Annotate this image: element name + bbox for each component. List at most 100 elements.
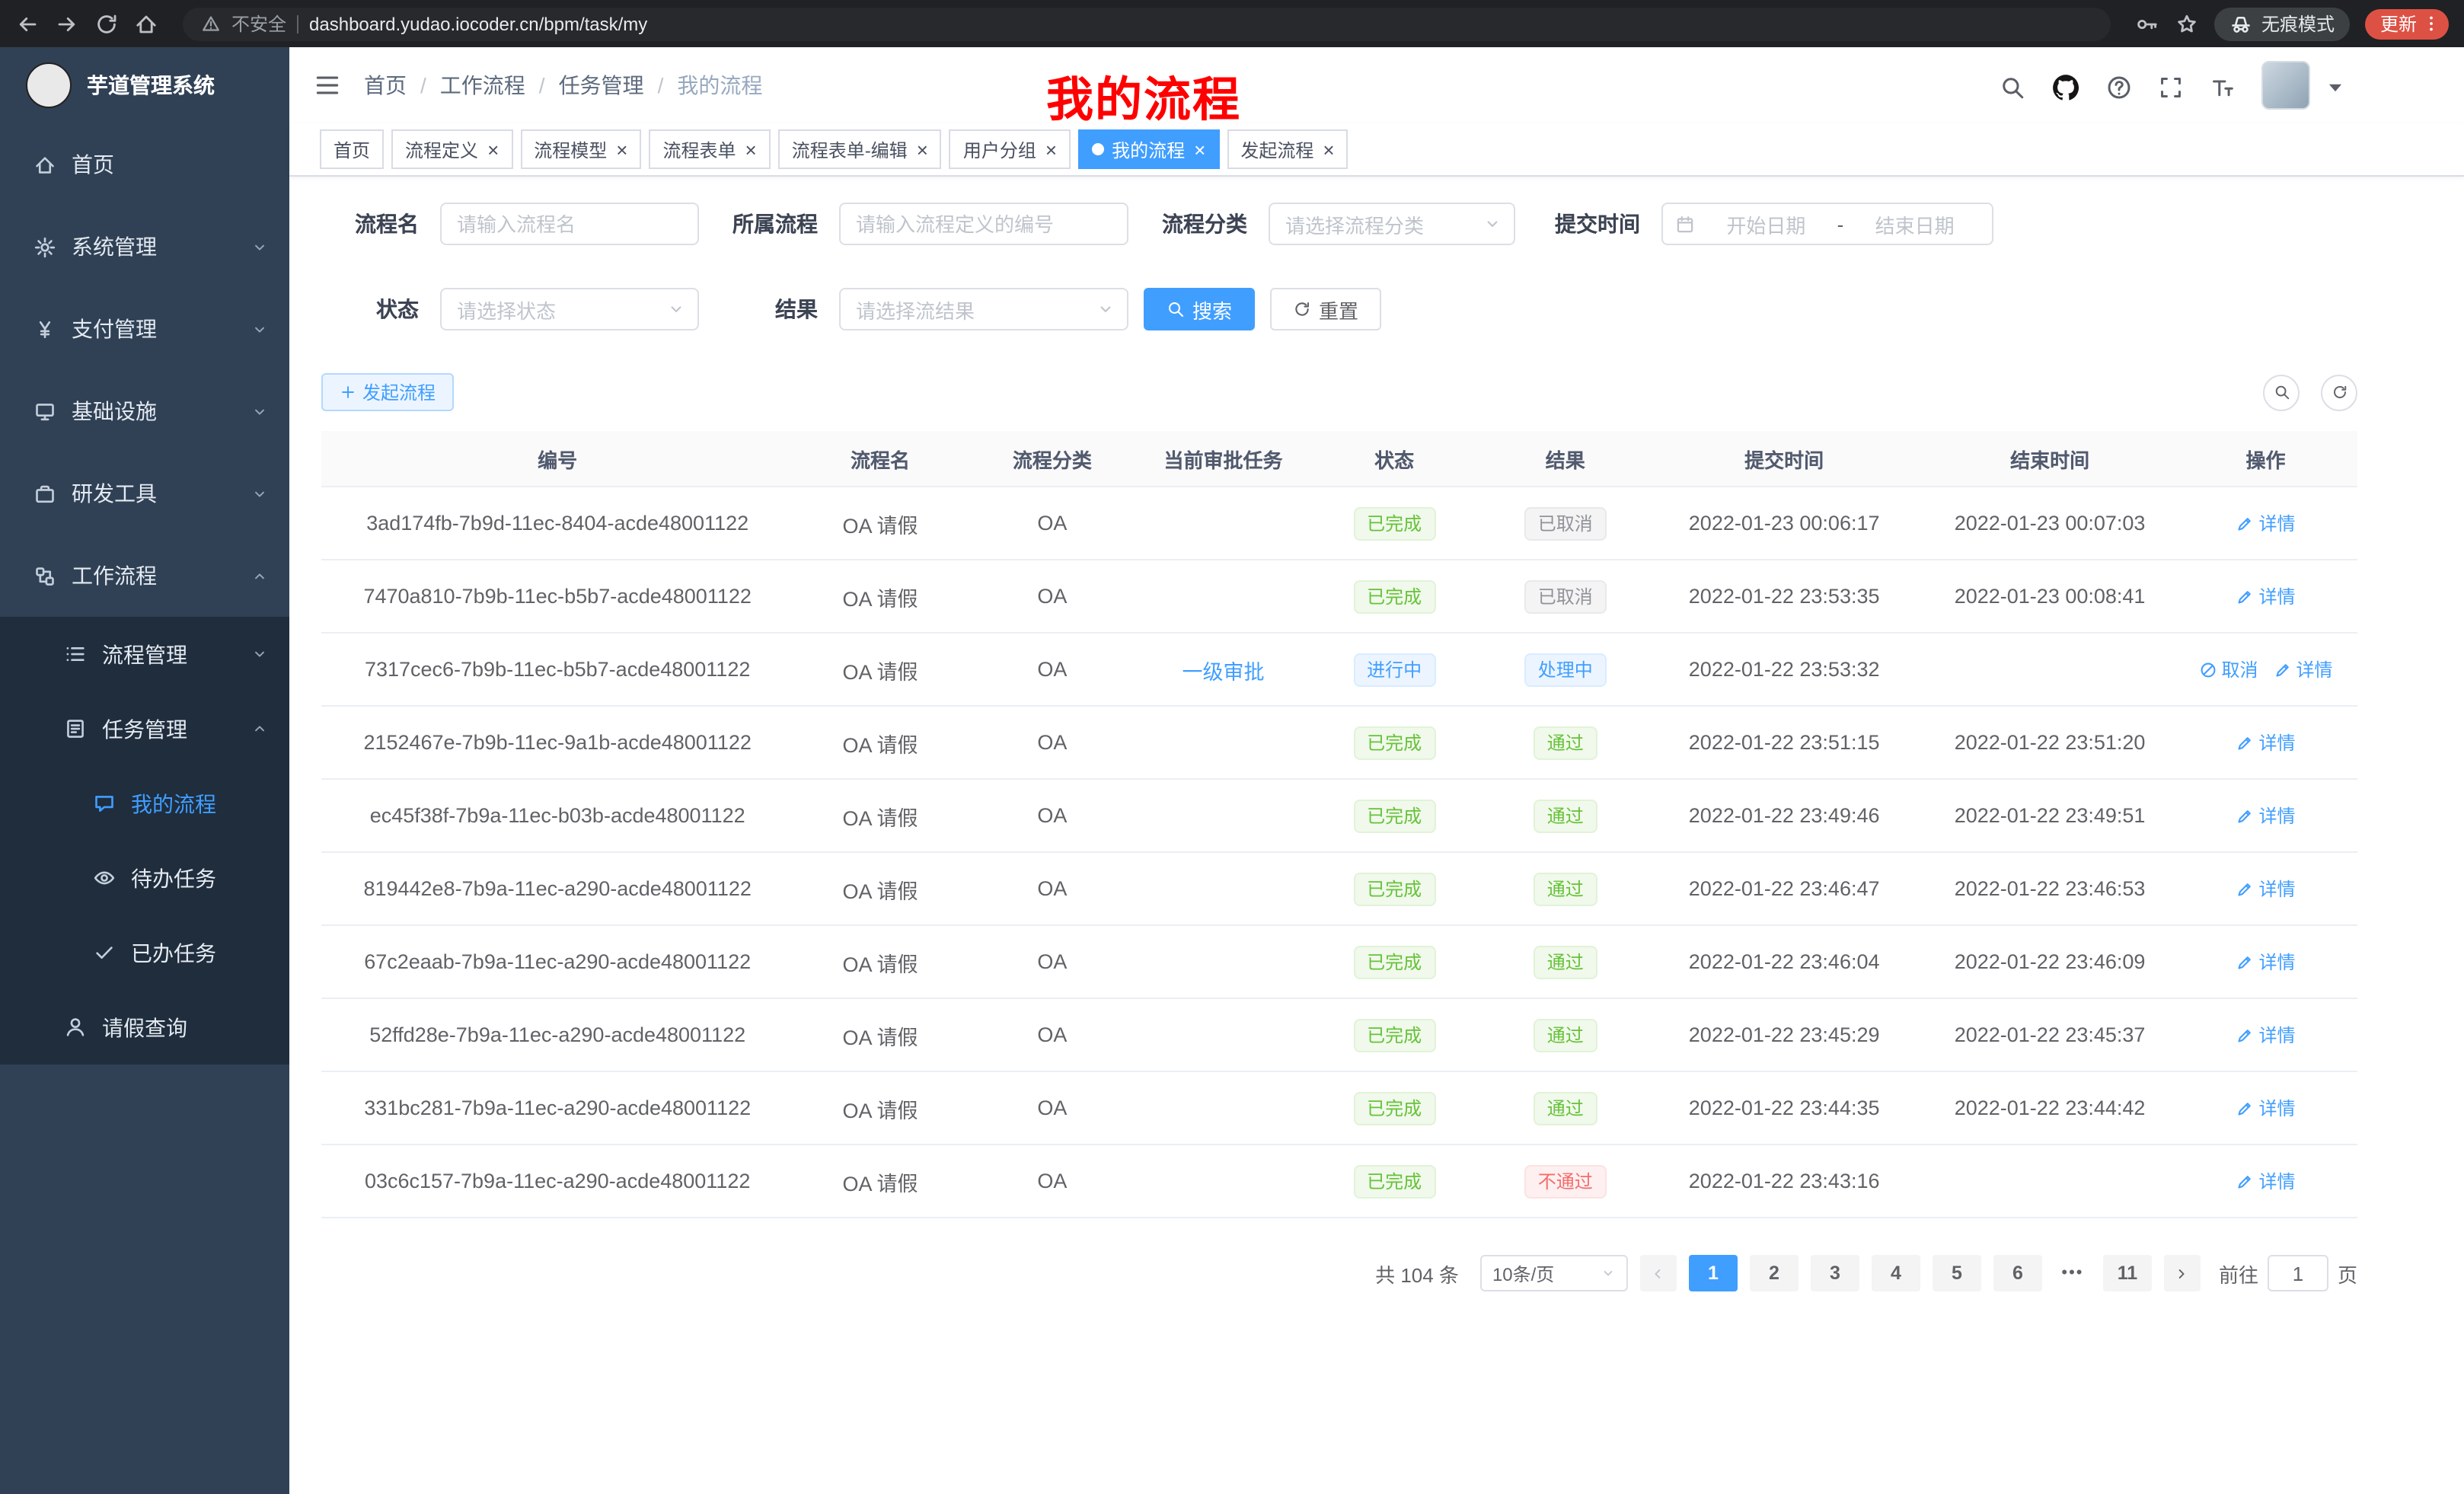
category-select-value: 请选择流程分类 bbox=[1285, 209, 1424, 238]
detail-link[interactable]: 详情 bbox=[2236, 1095, 2295, 1121]
tab-process-model[interactable]: 流程模型× bbox=[520, 129, 641, 169]
sidebar-item-my-process[interactable]: 我的流程 bbox=[0, 766, 289, 841]
detail-link[interactable]: 详情 bbox=[2236, 803, 2295, 828]
sidebar-item-payment[interactable]: 支付管理 bbox=[0, 288, 289, 370]
detail-link[interactable]: 详情 bbox=[2236, 949, 2295, 975]
page-prev-button[interactable] bbox=[1640, 1255, 1677, 1291]
edit-icon bbox=[2236, 806, 2254, 825]
help-icon[interactable] bbox=[2106, 75, 2132, 101]
sidebar-item-todo-task[interactable]: 待办任务 bbox=[0, 841, 289, 915]
tab-home[interactable]: 首页 bbox=[320, 129, 384, 169]
page-button-3[interactable]: 3 bbox=[1811, 1255, 1859, 1291]
page-next-button[interactable] bbox=[2164, 1255, 2201, 1291]
header-search-icon[interactable] bbox=[2000, 75, 2025, 101]
reset-button[interactable]: 重置 bbox=[1270, 288, 1381, 330]
page-button-6[interactable]: 6 bbox=[1993, 1255, 2042, 1291]
chevron-right-icon bbox=[2174, 1265, 2191, 1282]
tab-close-icon[interactable]: × bbox=[616, 139, 627, 159]
browser-home-icon[interactable] bbox=[134, 11, 158, 36]
result-tag: 通过 bbox=[1534, 726, 1597, 759]
github-icon[interactable] bbox=[2051, 73, 2080, 102]
tab-close-icon[interactable]: × bbox=[1045, 139, 1057, 159]
tab-close-icon[interactable]: × bbox=[1194, 139, 1205, 159]
page-button-4[interactable]: 4 bbox=[1872, 1255, 1920, 1291]
chevron-down-icon bbox=[1096, 300, 1115, 318]
page-button-1[interactable]: 1 bbox=[1689, 1255, 1738, 1291]
tab-my-process[interactable]: 我的流程× bbox=[1078, 129, 1219, 169]
breadcrumb-item[interactable]: 首页 bbox=[364, 70, 407, 101]
detail-link[interactable]: 详情 bbox=[2236, 1022, 2295, 1048]
detail-link[interactable]: 详情 bbox=[2236, 729, 2295, 755]
page-size-select[interactable]: 10条/页 bbox=[1480, 1255, 1628, 1291]
process-name-input[interactable] bbox=[440, 203, 699, 245]
avatar-caret-icon[interactable] bbox=[2322, 75, 2348, 101]
detail-link[interactable]: 详情 bbox=[2274, 656, 2333, 682]
sidebar-toggle-icon[interactable] bbox=[314, 72, 341, 99]
sidebar-item-done-task[interactable]: 已办任务 bbox=[0, 915, 289, 990]
tab-process-form[interactable]: 流程表单× bbox=[649, 129, 770, 169]
owner-process-input[interactable] bbox=[839, 203, 1128, 245]
sidebar-item-devtools[interactable]: 研发工具 bbox=[0, 452, 289, 535]
goto-page-input[interactable] bbox=[2268, 1255, 2328, 1291]
start-process-button[interactable]: 发起流程 bbox=[321, 373, 454, 411]
tab-close-icon[interactable]: × bbox=[1323, 139, 1334, 159]
status-select[interactable]: 请选择状态 bbox=[440, 288, 699, 330]
detail-link[interactable]: 详情 bbox=[2236, 583, 2295, 609]
page-button-5[interactable]: 5 bbox=[1933, 1255, 1981, 1291]
page-ellipsis[interactable]: ••• bbox=[2054, 1255, 2091, 1291]
tab-start-process[interactable]: 发起流程× bbox=[1227, 129, 1348, 169]
detail-link[interactable]: 详情 bbox=[2236, 876, 2295, 902]
sidebar-item-system[interactable]: 系统管理 bbox=[0, 206, 289, 288]
chevron-down-icon bbox=[251, 646, 268, 662]
table-row: 03c6c157-7b9a-11ec-a290-acde48001122OA 请… bbox=[321, 1145, 2357, 1218]
tab-close-icon[interactable]: × bbox=[917, 139, 928, 159]
detail-link[interactable]: 详情 bbox=[2236, 510, 2295, 536]
sidebar-item-task-manage[interactable]: 任务管理 bbox=[0, 691, 289, 766]
current-task-link[interactable]: 一级审批 bbox=[1183, 654, 1265, 685]
page-button-11[interactable]: 11 bbox=[2103, 1255, 2152, 1291]
process-icon bbox=[64, 643, 87, 666]
search-button[interactable]: 搜索 bbox=[1144, 288, 1255, 330]
browser-back-icon[interactable] bbox=[15, 11, 40, 36]
breadcrumb-item[interactable]: 工作流程 bbox=[440, 70, 525, 101]
active-tab-dot bbox=[1092, 143, 1104, 155]
table-row: 7317cec6-7b9b-11ec-b5b7-acde48001122OA 请… bbox=[321, 634, 2357, 707]
submit-time-range-picker[interactable]: 开始日期 - 结束日期 bbox=[1661, 203, 1993, 245]
cell-process-name: OA 请假 bbox=[793, 947, 966, 977]
refresh-icon bbox=[2331, 384, 2348, 401]
browser-forward-icon[interactable] bbox=[55, 11, 79, 36]
cell-status: 已完成 bbox=[1309, 1164, 1480, 1198]
address-bar[interactable]: 不安全 dashboard.yudao.iocoder.cn/bpm/task/… bbox=[183, 7, 2111, 40]
tab-close-icon[interactable]: × bbox=[745, 139, 757, 159]
tab-user-group[interactable]: 用户分组× bbox=[950, 129, 1071, 169]
tab-process-form-edit[interactable]: 流程表单-编辑× bbox=[778, 129, 942, 169]
sidebar-item-home[interactable]: 首页 bbox=[0, 123, 289, 206]
font-size-icon[interactable] bbox=[2210, 75, 2236, 101]
action-label: 详情 bbox=[2258, 510, 2295, 536]
bookmark-star-icon[interactable] bbox=[2175, 11, 2199, 36]
category-select[interactable]: 请选择流程分类 bbox=[1269, 203, 1515, 245]
sidebar-item-infrastructure[interactable]: 基础设施 bbox=[0, 370, 289, 452]
update-button[interactable]: 更新 bbox=[2365, 8, 2449, 39]
sidebar-item-process-manage[interactable]: 流程管理 bbox=[0, 617, 289, 691]
not-secure-warning-icon[interactable] bbox=[201, 14, 221, 34]
cancel-link[interactable]: 取消 bbox=[2198, 656, 2258, 682]
menu-dots-icon[interactable] bbox=[2421, 14, 2441, 34]
tab-close-icon[interactable]: × bbox=[487, 139, 499, 159]
tab-process-definition[interactable]: 流程定义× bbox=[391, 129, 512, 169]
detail-link[interactable]: 详情 bbox=[2236, 1168, 2295, 1194]
fullscreen-icon[interactable] bbox=[2158, 75, 2184, 101]
sidebar-item-workflow[interactable]: 工作流程 bbox=[0, 535, 289, 617]
show-search-button[interactable] bbox=[2263, 374, 2300, 410]
update-label: 更新 bbox=[2380, 11, 2417, 37]
user-avatar[interactable] bbox=[2261, 61, 2310, 110]
page-button-2[interactable]: 2 bbox=[1750, 1255, 1799, 1291]
refresh-table-button[interactable] bbox=[2321, 374, 2357, 410]
app-logo[interactable]: 芋道管理系统 bbox=[0, 47, 289, 123]
password-key-icon[interactable] bbox=[2135, 11, 2159, 36]
sidebar-item-leave-query[interactable]: 请假查询 bbox=[0, 990, 289, 1065]
browser-reload-icon[interactable] bbox=[94, 11, 119, 36]
top-navbar: 首页/工作流程/任务管理/我的流程 我的流程 bbox=[289, 47, 2464, 123]
result-select[interactable]: 请选择流结果 bbox=[839, 288, 1128, 330]
breadcrumb-item[interactable]: 任务管理 bbox=[559, 70, 644, 101]
